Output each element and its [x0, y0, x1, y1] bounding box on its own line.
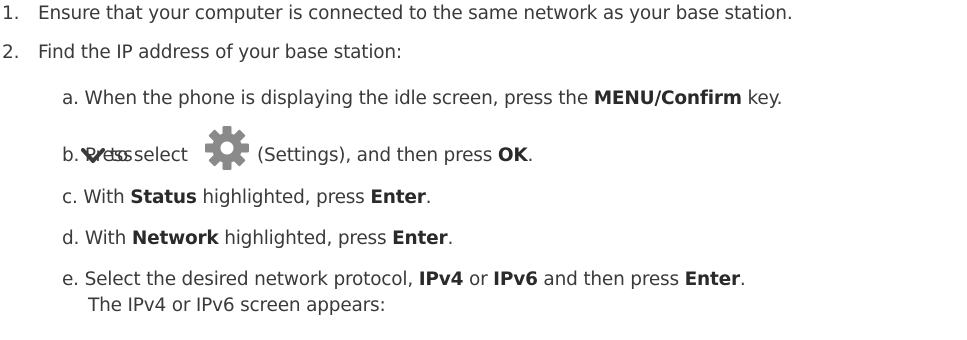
substep-b-mid: to select [110, 145, 188, 166]
step-number: 2. [2, 42, 20, 63]
substep-label: e. [62, 269, 79, 290]
chevron-down-icon [81, 148, 105, 163]
enter-key: Enter [392, 228, 448, 249]
substep-text: Select the desired network protocol, IPv… [84, 269, 746, 290]
substep-b-rest: (Settings), and then press OK. [257, 145, 534, 166]
step-text: Find the IP address of your base station… [38, 42, 402, 63]
substep-label: c. [62, 187, 78, 208]
substep-text: When the phone is displaying the idle sc… [84, 88, 783, 109]
substep-label: a. [62, 88, 79, 109]
substep-label: d. [62, 228, 80, 249]
substep-e-continuation: The IPv4 or IPv6 screen appears: [88, 295, 386, 316]
status-item: Status [130, 187, 197, 208]
substep-d: d. With Network highlighted, press Enter… [62, 227, 453, 251]
menu-confirm-key: MENU/Confirm [593, 88, 742, 109]
ipv4-option: IPv4 [418, 269, 464, 290]
substep-c: c. With Status highlighted, press Enter. [62, 186, 432, 210]
substep-a: a. When the phone is displaying the idle… [62, 87, 783, 111]
substep-text: With Network highlighted, press Enter. [84, 228, 454, 249]
enter-key: Enter [370, 187, 426, 208]
ok-key: OK [497, 145, 528, 166]
gear-icon [205, 126, 249, 170]
network-item: Network [131, 228, 219, 249]
substep-label: b. [62, 145, 80, 166]
substep-e: e. Select the desired network protocol, … [62, 268, 746, 292]
ipv6-option: IPv6 [493, 269, 538, 290]
step-number: 1. [2, 3, 20, 24]
enter-key: Enter [684, 269, 741, 290]
substep-text: With Status highlighted, press Enter. [83, 187, 432, 208]
step-text: Ensure that your computer is connected t… [38, 3, 793, 24]
